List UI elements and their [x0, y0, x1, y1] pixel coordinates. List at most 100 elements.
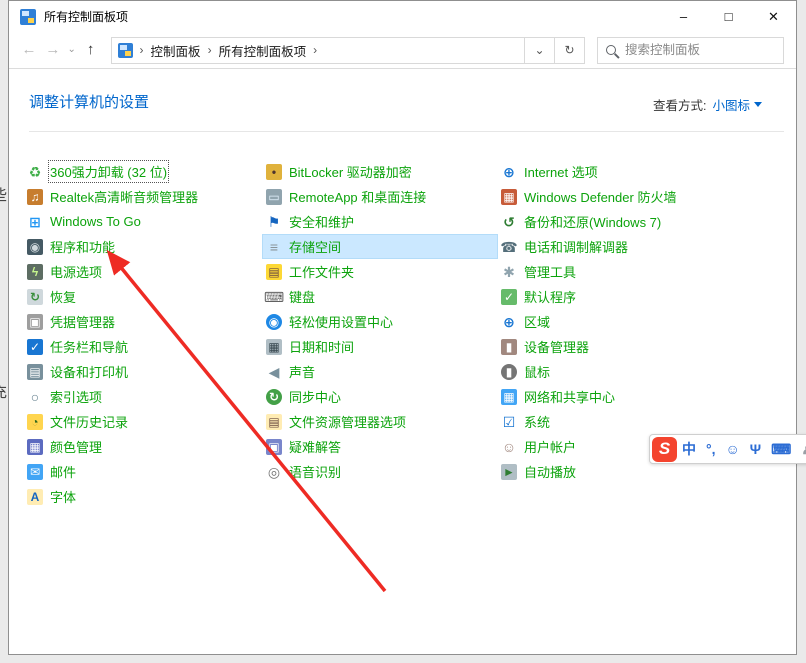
search-icon — [606, 45, 616, 55]
page-title: 调整计算机的设置 — [29, 91, 149, 112]
address-dropdown-button[interactable]: ⌄ — [524, 38, 554, 63]
autoplay-icon: ► — [501, 464, 517, 480]
panel-item[interactable]: ☑系统 — [497, 409, 789, 434]
device-manager-icon: ▮ — [501, 339, 517, 355]
panel-item[interactable]: ◎语音识别 — [262, 459, 498, 484]
titlebar[interactable]: 所有控制面板项 – □ ✕ — [9, 1, 796, 32]
view-by-dropdown[interactable]: 小图标 — [712, 95, 762, 114]
panel-item[interactable]: ϟ 电源选项 — [23, 259, 259, 284]
panel-item[interactable]: ✓默认程序 — [497, 284, 789, 309]
panel-item-label: 电源选项 — [50, 262, 102, 281]
panel-item-label: 恢复 — [50, 287, 76, 306]
panel-item[interactable]: ▤设备和打印机 — [23, 359, 259, 384]
realtek-audio-icon: ♫ — [27, 189, 43, 205]
file-history-icon: ◔ — [27, 414, 43, 430]
control-panel-window: 所有控制面板项 – □ ✕ ← → ⌄ ↑ › 控制面板 › 所有控制面板项 ›… — [8, 0, 797, 655]
panel-item[interactable]: ▭RemoteApp 和桌面连接 — [262, 184, 498, 209]
panel-item[interactable]: ✱管理工具 — [497, 259, 789, 284]
panel-item-label: 邮件 — [50, 462, 76, 481]
microphone-icon[interactable]: Ψ — [745, 435, 766, 463]
panel-item[interactable]: ≡存储空间 — [262, 234, 498, 259]
panel-item[interactable]: ▦网络和共享中心 — [497, 384, 789, 409]
recovery-icon: ↻ — [27, 289, 43, 305]
panel-item-label: 字体 — [50, 487, 76, 506]
panel-item-label: 文件历史记录 — [50, 412, 128, 431]
sound-icon: ◀ — [266, 364, 282, 380]
color-management-icon: ▦ — [27, 439, 43, 455]
header-divider — [29, 131, 784, 132]
panel-item[interactable]: ⊞Windows To Go — [23, 209, 259, 234]
panel-item[interactable]: ♻360强力卸载 (32 位) — [23, 159, 259, 184]
360-uninstall-icon: ♻ — [27, 164, 43, 180]
panel-item[interactable]: ⊕区域 — [497, 309, 789, 334]
credential-manager-icon: ▣ — [27, 314, 43, 330]
panel-item[interactable]: ◔ 文件历史记录 — [23, 409, 259, 434]
panel-item[interactable]: ↻ 恢复 — [23, 284, 259, 309]
toolbox-icon[interactable]: ♟ — [796, 435, 806, 463]
recent-pages-chevron-icon[interactable]: ⌄ — [65, 38, 79, 62]
content-area: 调整计算机的设置 查看方式: 小图标 ♻360强力卸载 (32 位)♫Realt… — [9, 69, 796, 653]
panel-item[interactable]: ⚑安全和维护 — [262, 209, 498, 234]
breadcrumb-item-control-panel[interactable]: 控制面板 — [151, 41, 201, 60]
windows-to-go-icon: ⊞ — [27, 214, 43, 230]
punctuation-icon[interactable]: °, — [701, 435, 721, 463]
forward-button[interactable]: → — [41, 38, 65, 62]
ime-toolbar[interactable]: S 中°,☺Ψ⌨♟ — [649, 434, 806, 464]
keyboard-icon[interactable]: ⌨ — [766, 435, 796, 463]
panel-item[interactable]: ▦Windows Defender 防火墙 — [497, 184, 789, 209]
default-programs-icon: ✓ — [501, 289, 517, 305]
panel-item-label: 轻松使用设置中心 — [289, 312, 393, 331]
panel-item[interactable]: ▣疑难解答 — [262, 434, 498, 459]
search-box[interactable] — [597, 37, 784, 64]
panel-item[interactable]: ▮鼠标 — [497, 359, 789, 384]
breadcrumb[interactable]: › 控制面板 › 所有控制面板项 › ⌄ ↻ — [111, 37, 585, 64]
panel-item[interactable]: ○索引选项 — [23, 384, 259, 409]
panel-item-label: 文件资源管理器选项 — [289, 412, 406, 431]
minimize-button[interactable]: – — [661, 1, 706, 32]
panel-item-label: 管理工具 — [524, 262, 576, 281]
devices-printers-icon: ▤ — [27, 364, 43, 380]
sogou-logo-icon[interactable]: S — [652, 437, 677, 462]
panel-item[interactable]: ♫Realtek高清晰音频管理器 — [23, 184, 259, 209]
control-panel-icon — [20, 9, 36, 25]
chinese-mode-icon[interactable]: 中 — [677, 435, 701, 463]
panel-item[interactable]: ◀声音 — [262, 359, 498, 384]
panel-item[interactable]: ▦颜色管理 — [23, 434, 259, 459]
maximize-button[interactable]: □ — [706, 1, 751, 32]
refresh-button[interactable]: ↻ — [554, 38, 584, 63]
panel-item[interactable]: ⌨键盘 — [262, 284, 498, 309]
power-options-icon: ϟ — [27, 264, 43, 280]
file-explorer-options-icon: ▤ — [266, 414, 282, 430]
view-by-control: 查看方式: 小图标 — [653, 95, 762, 114]
panel-item[interactable]: A字体 — [23, 484, 259, 509]
search-input[interactable] — [625, 43, 775, 57]
up-button[interactable]: ↑ — [79, 38, 103, 62]
panel-item[interactable]: ☎电话和调制解调器 — [497, 234, 789, 259]
back-button[interactable]: ← — [17, 38, 41, 62]
panel-item[interactable]: ↺备份和还原(Windows 7) — [497, 209, 789, 234]
panel-item[interactable]: ▤工作文件夹 — [262, 259, 498, 284]
panel-item-label: 同步中心 — [289, 387, 341, 406]
panel-item[interactable]: •BitLocker 驱动器加密 — [262, 159, 498, 184]
system-icon: ☑ — [501, 414, 517, 430]
remoteapp-icon: ▭ — [266, 189, 282, 205]
keyboard-icon: ⌨ — [266, 289, 282, 305]
panel-item[interactable]: ✓任务栏和导航 — [23, 334, 259, 359]
panel-item[interactable]: ▣凭据管理器 — [23, 309, 259, 334]
panel-item-label: Internet 选项 — [524, 162, 598, 181]
panel-item[interactable]: ◉程序和功能 — [23, 234, 259, 259]
panel-item[interactable]: ◉轻松使用设置中心 — [262, 309, 498, 334]
panel-item[interactable]: ▦日期和时间 — [262, 334, 498, 359]
panel-item[interactable]: ▤ 文件资源管理器选项 — [262, 409, 498, 434]
close-button[interactable]: ✕ — [751, 1, 796, 32]
security-maintenance-icon: ⚑ — [266, 214, 282, 230]
panel-item[interactable]: ↻同步中心 — [262, 384, 498, 409]
panel-item[interactable]: ✉邮件 — [23, 459, 259, 484]
panel-item-label: 疑难解答 — [289, 437, 341, 456]
panel-item-label: 网络和共享中心 — [524, 387, 615, 406]
panel-item[interactable]: ⊕Internet 选项 — [497, 159, 789, 184]
emoji-icon[interactable]: ☺ — [721, 435, 745, 463]
panel-item-label: 用户帐户 — [524, 437, 576, 456]
breadcrumb-item-all-items[interactable]: 所有控制面板项 — [219, 41, 307, 60]
panel-item[interactable]: ▮设备管理器 — [497, 334, 789, 359]
